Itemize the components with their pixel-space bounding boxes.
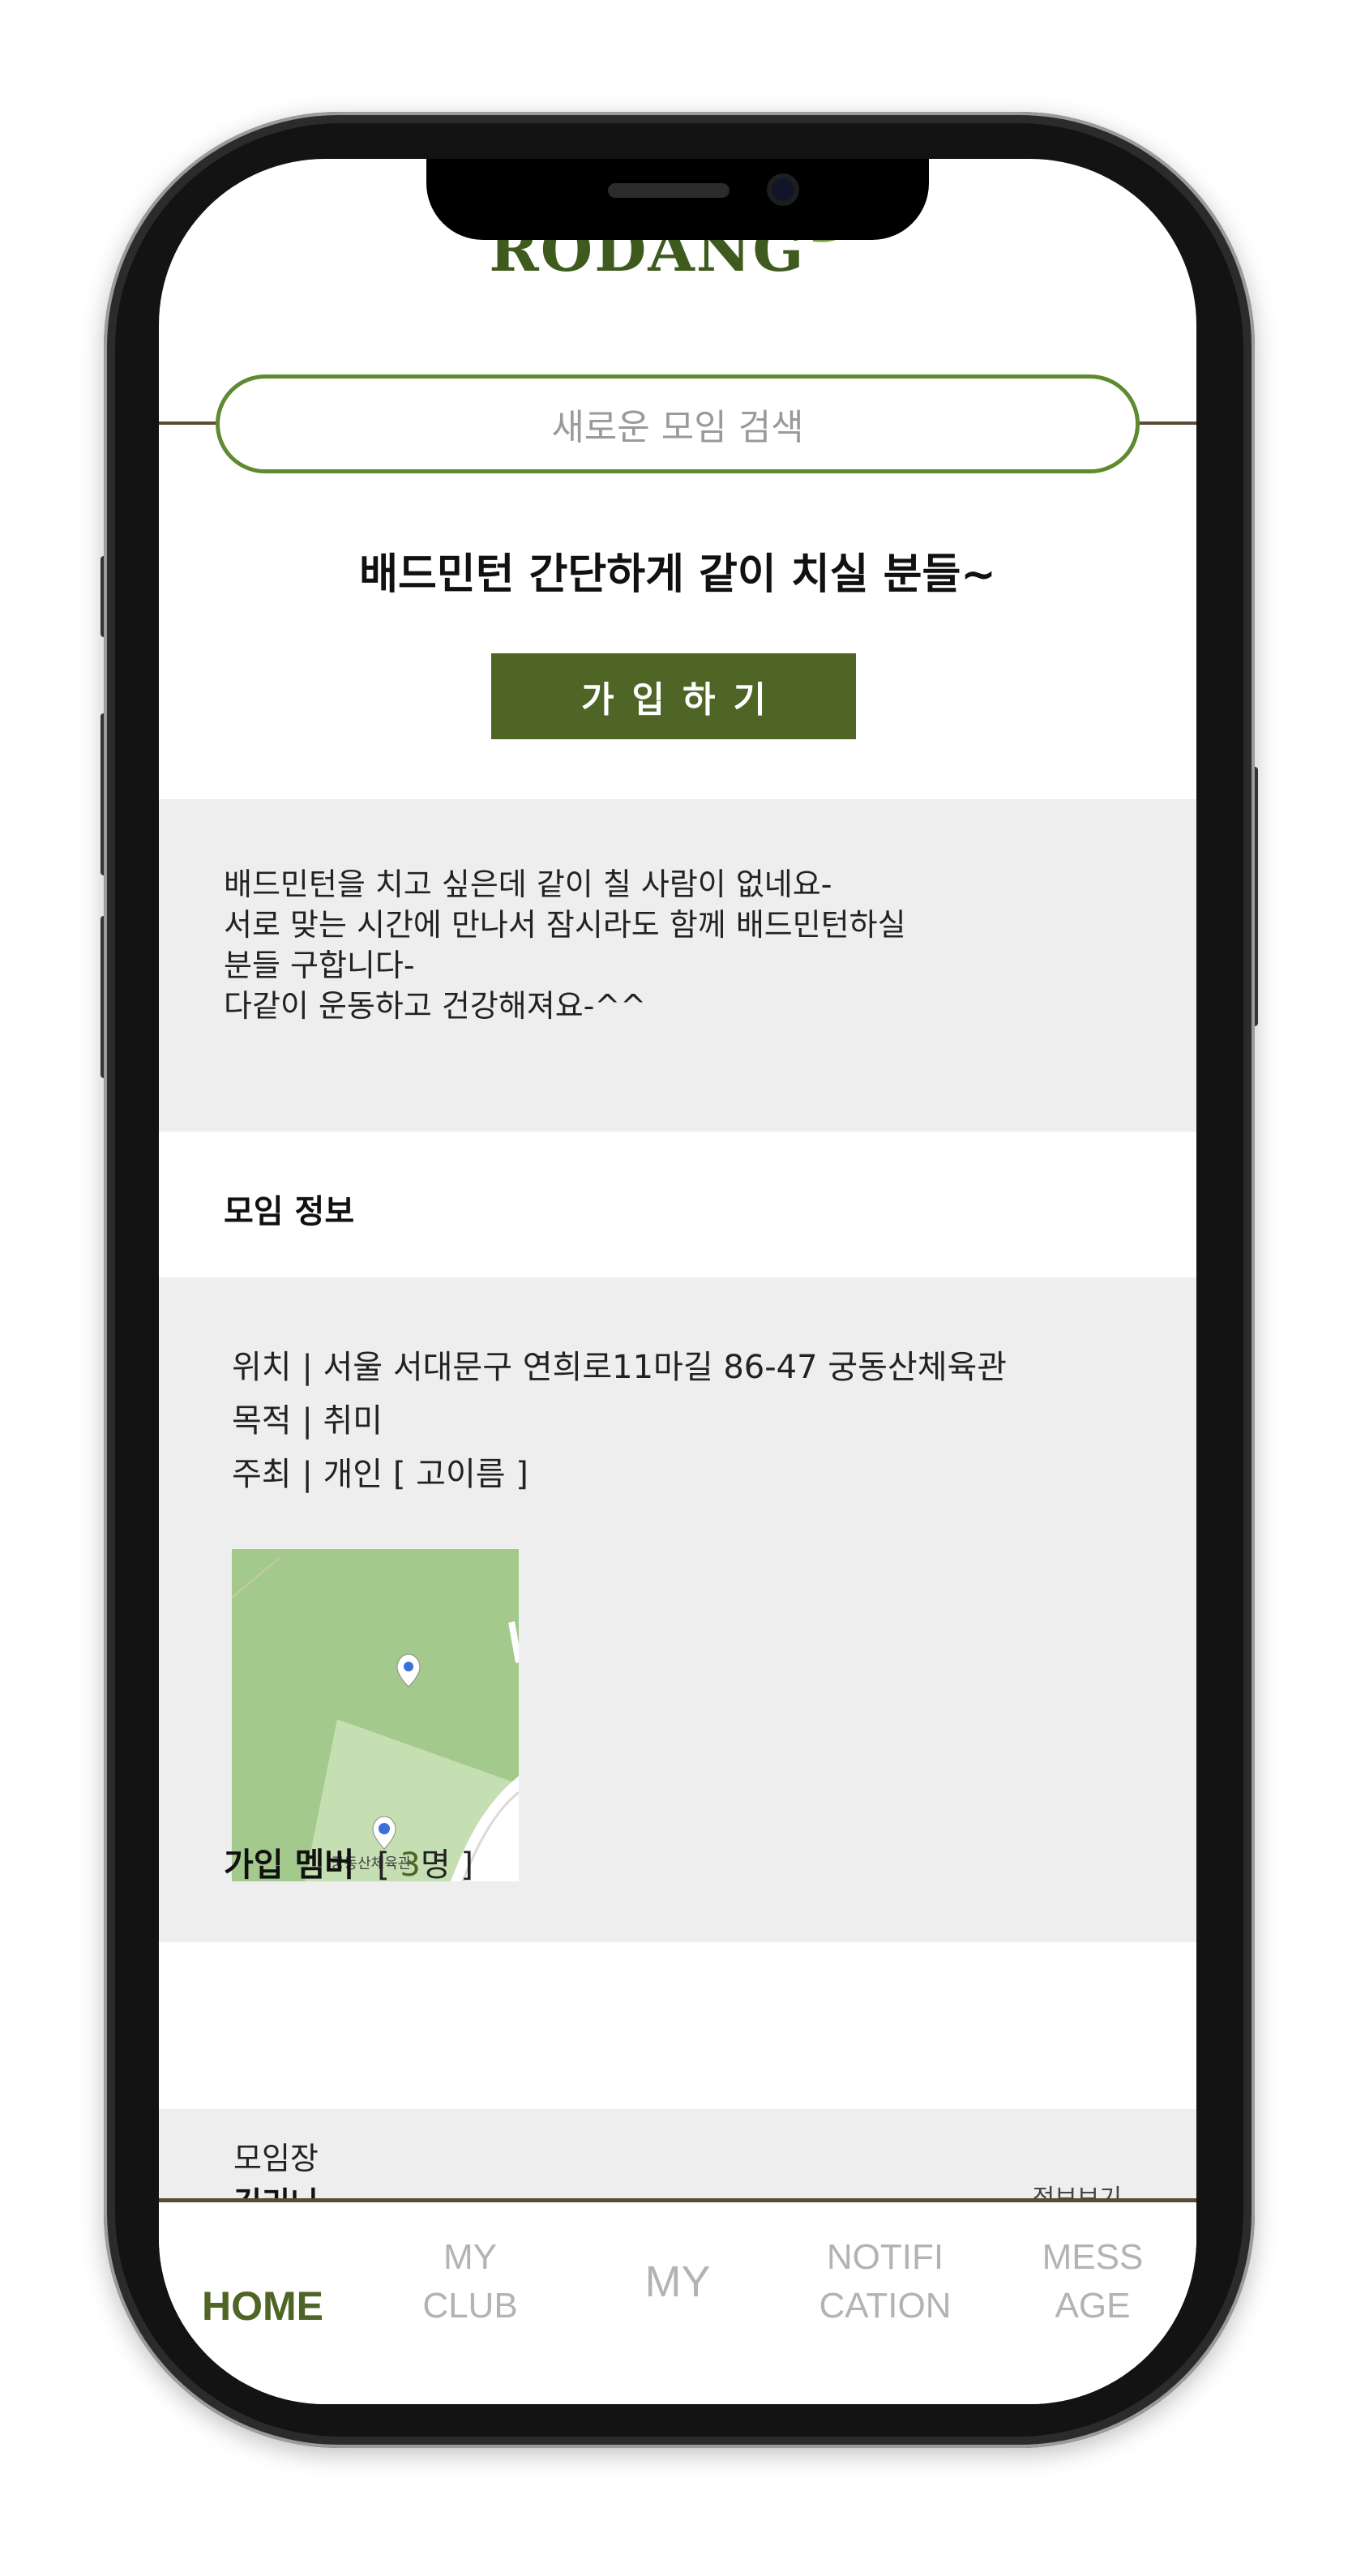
info-heading: 모임 정보 [224,1193,355,1230]
speaker-grille [608,183,730,198]
join-button[interactable]: 가입하기 [491,653,856,739]
nav-myclub[interactable]: MY CLUB [385,2233,555,2330]
front-camera-icon [767,173,799,206]
nav-myclub-line2: CLUB [422,2286,518,2326]
nav-notification-line2: CATION [819,2286,952,2326]
nav-message-line1: MESS [1042,2237,1144,2277]
nav-notification-line1: NOTIFI [826,2237,944,2277]
members-heading: 가입 멤버 [ 3명 ] [224,1838,473,1885]
location-map[interactable]: 궁동산체육관 [232,1549,519,1881]
nav-my-label: MY [644,2257,711,2306]
nav-message[interactable]: MESS AGE [1008,2233,1178,2330]
members-heading-label: 가입 멤버 [224,1846,355,1884]
device-stage: RODANG 새로운 모임 검색 배드민턴 간단하게 같이 치실 분들~ 가입하… [0,0,1365,2576]
leader-role: 모임장 [233,2141,319,2176]
description-line: 다같이 운동하고 건강해져요-^^ [224,988,647,1024]
members-count-open: [ [377,1846,390,1884]
nav-message-line2: AGE [1055,2286,1131,2326]
club-description: 배드민턴을 치고 싶은데 같이 칠 사람이 없네요- 서로 맞는 시간에 만나서… [159,799,1196,1132]
phone-screen: RODANG 새로운 모임 검색 배드민턴 간단하게 같이 치실 분들~ 가입하… [159,159,1196,2404]
members-count: [ 3명 ] [377,1846,473,1884]
info-location: 위치 | 서울 서대문구 연희로11마길 86-47 궁동산체육관 [232,1349,1008,1386]
members-count-close: ] [460,1846,473,1884]
members-count-unit: 명 [420,1846,451,1884]
nav-my[interactable]: MY [593,2233,763,2306]
club-title: 배드민턴 간단하게 같이 치실 분들~ [359,550,996,599]
search-input[interactable]: 새로운 모임 검색 [216,374,1140,473]
info-host: 주최 | 개인 [ 고이름 ] [232,1456,528,1493]
nav-home[interactable]: HOME [178,2233,348,2330]
description-line: 분들 구합니다- [224,948,415,983]
members-count-number: 3 [400,1846,421,1884]
nav-notification[interactable]: NOTIFI CATION [800,2233,970,2330]
bottom-nav: HOME MY CLUB MY NOTIFI CATION MESS AGE [159,2198,1196,2404]
nav-myclub-line1: MY [443,2237,497,2277]
description-line: 배드민턴을 치고 싶은데 같이 칠 사람이 없네요- [224,867,832,902]
notch [426,159,929,240]
info-purpose: 목적 | 취미 [232,1402,383,1440]
nav-home-label: HOME [202,2283,323,2329]
search-placeholder: 새로운 모임 검색 [551,407,804,448]
description-line: 서로 맞는 시간에 만나서 잠시라도 함께 배드민턴하실 [224,907,906,943]
